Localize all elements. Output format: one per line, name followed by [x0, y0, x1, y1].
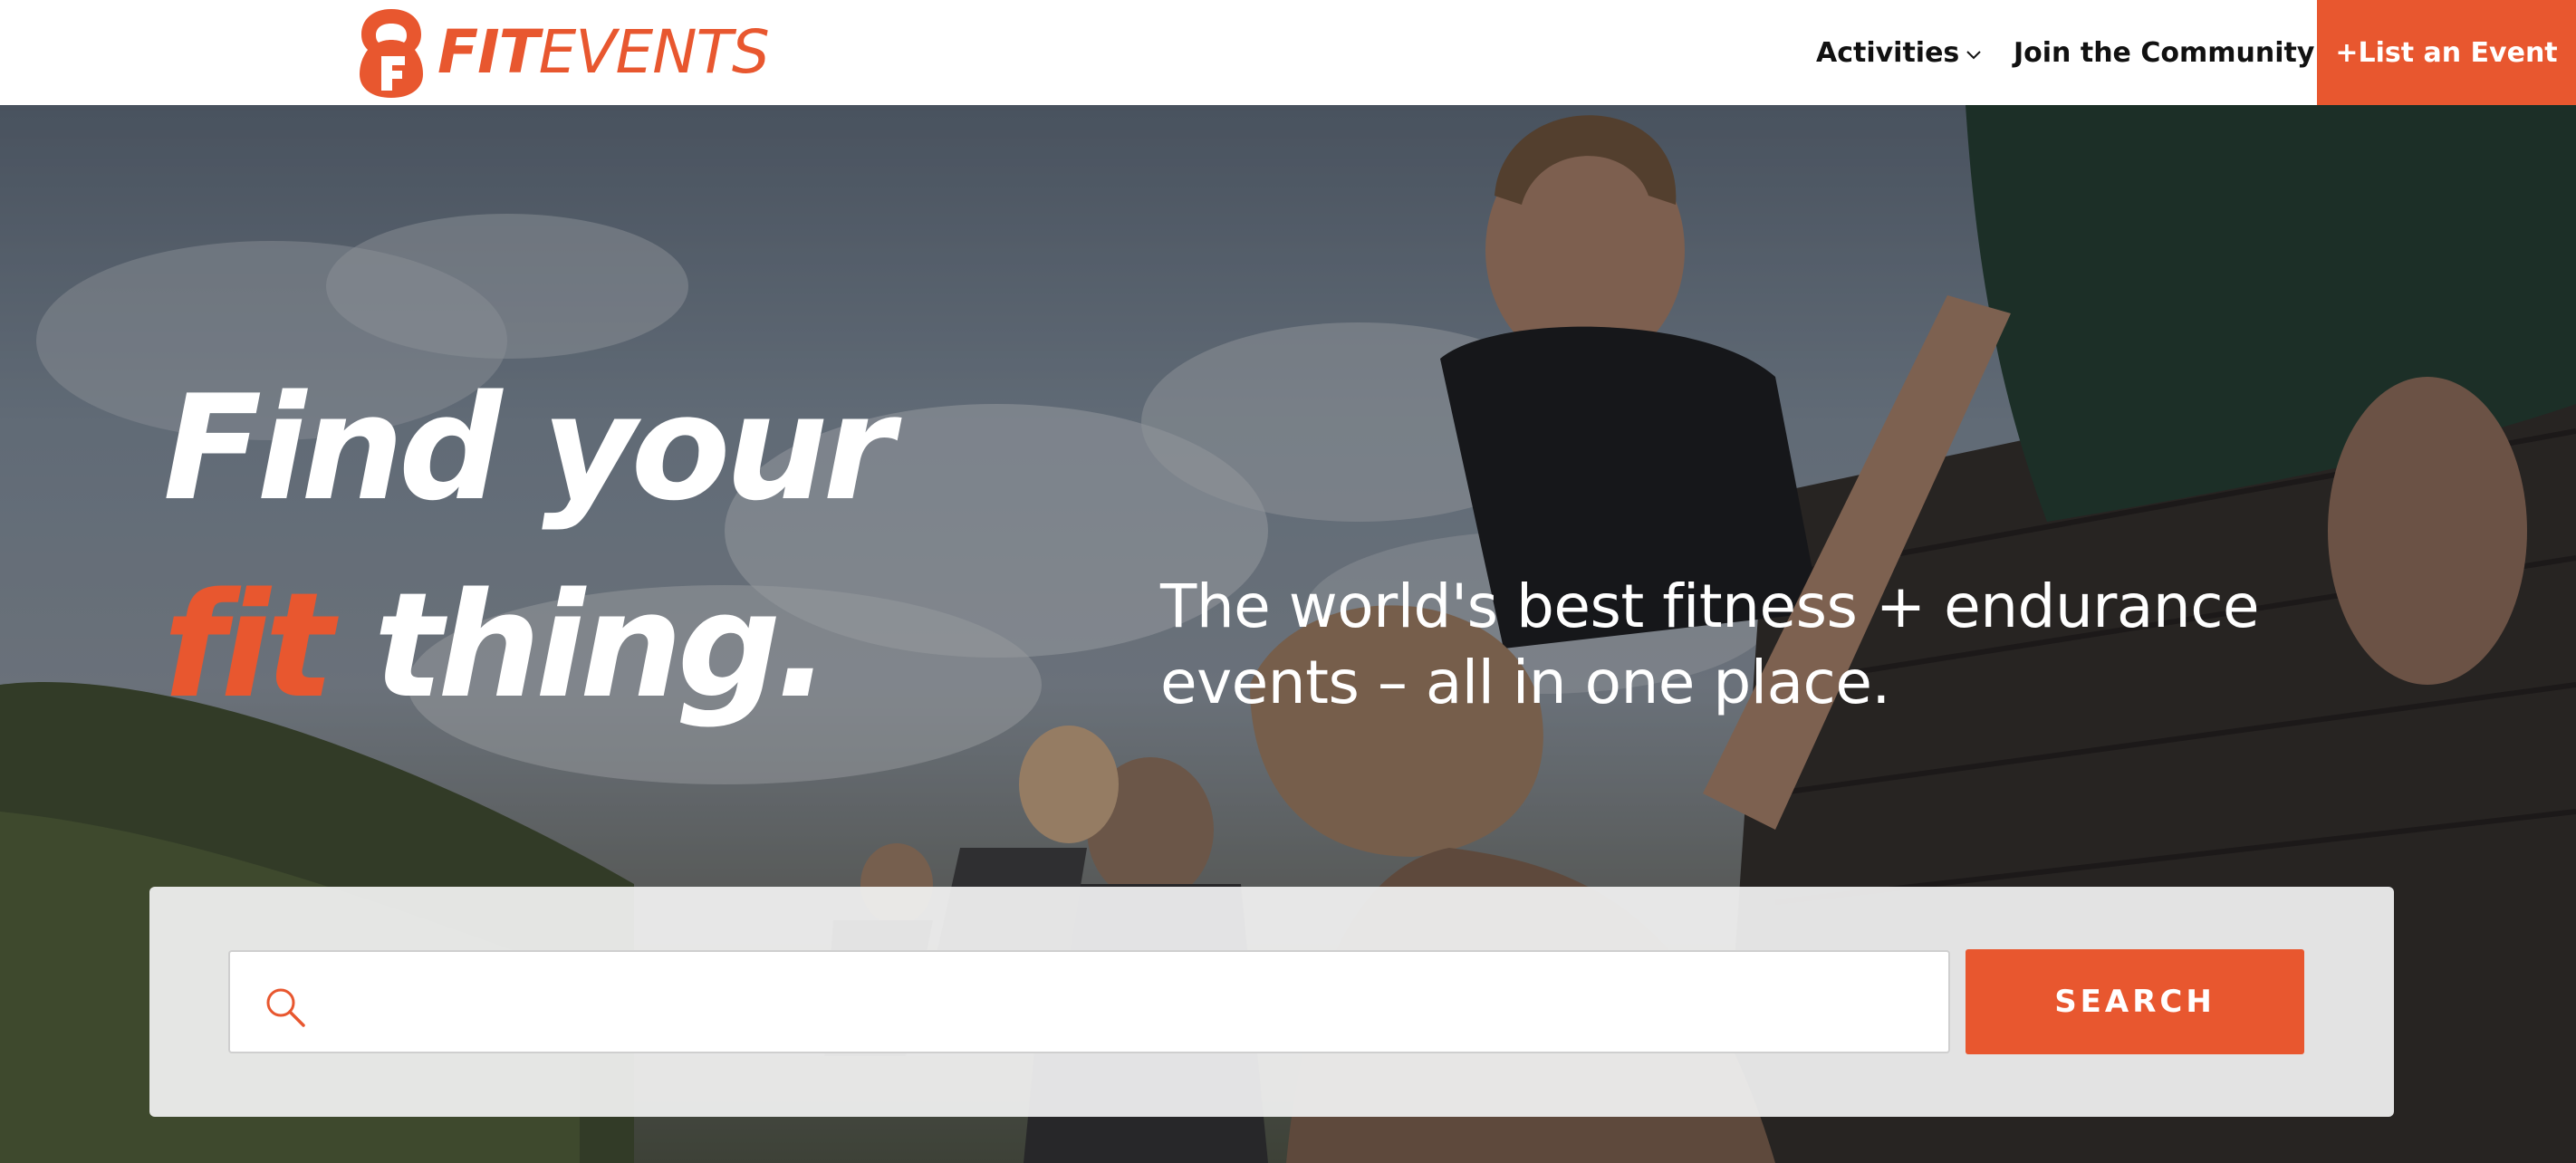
hero-headline: Find your fit thing.: [163, 350, 894, 745]
search-button[interactable]: SEARCH: [1966, 949, 2304, 1054]
chevron-down-icon: [1966, 51, 1982, 60]
search-panel: SEARCH: [149, 887, 2394, 1117]
site-header: FITEVENTS Activities Join the Community …: [0, 0, 2576, 105]
nav-community-label: Join the Community: [2014, 36, 2315, 69]
search-input[interactable]: [330, 952, 1933, 1052]
headline-word-your: your: [542, 363, 894, 533]
brand-wordmark: FITEVENTS: [437, 23, 770, 82]
brand-name-fit: FIT: [437, 17, 540, 87]
hero-subtitle: The world's best fitness + endurance eve…: [1160, 572, 2260, 717]
search-icon: [266, 988, 305, 1027]
headline-word-thing: thing.: [373, 561, 831, 730]
headline-word-find: Find: [163, 363, 503, 533]
nav-activities[interactable]: Activities: [1816, 0, 1982, 105]
brand-name-events: EVENTS: [538, 17, 770, 87]
brand-logo[interactable]: FITEVENTS: [356, 4, 770, 101]
kettlebell-f-logo-icon: [360, 9, 423, 98]
search-box[interactable]: [228, 950, 1950, 1053]
nav-activities-label: Activities: [1816, 36, 1960, 69]
headline-word-fit: fit: [163, 561, 334, 730]
list-event-button[interactable]: +List an Event: [2317, 0, 2576, 105]
nav-join-community[interactable]: Join the Community: [2014, 0, 2314, 105]
